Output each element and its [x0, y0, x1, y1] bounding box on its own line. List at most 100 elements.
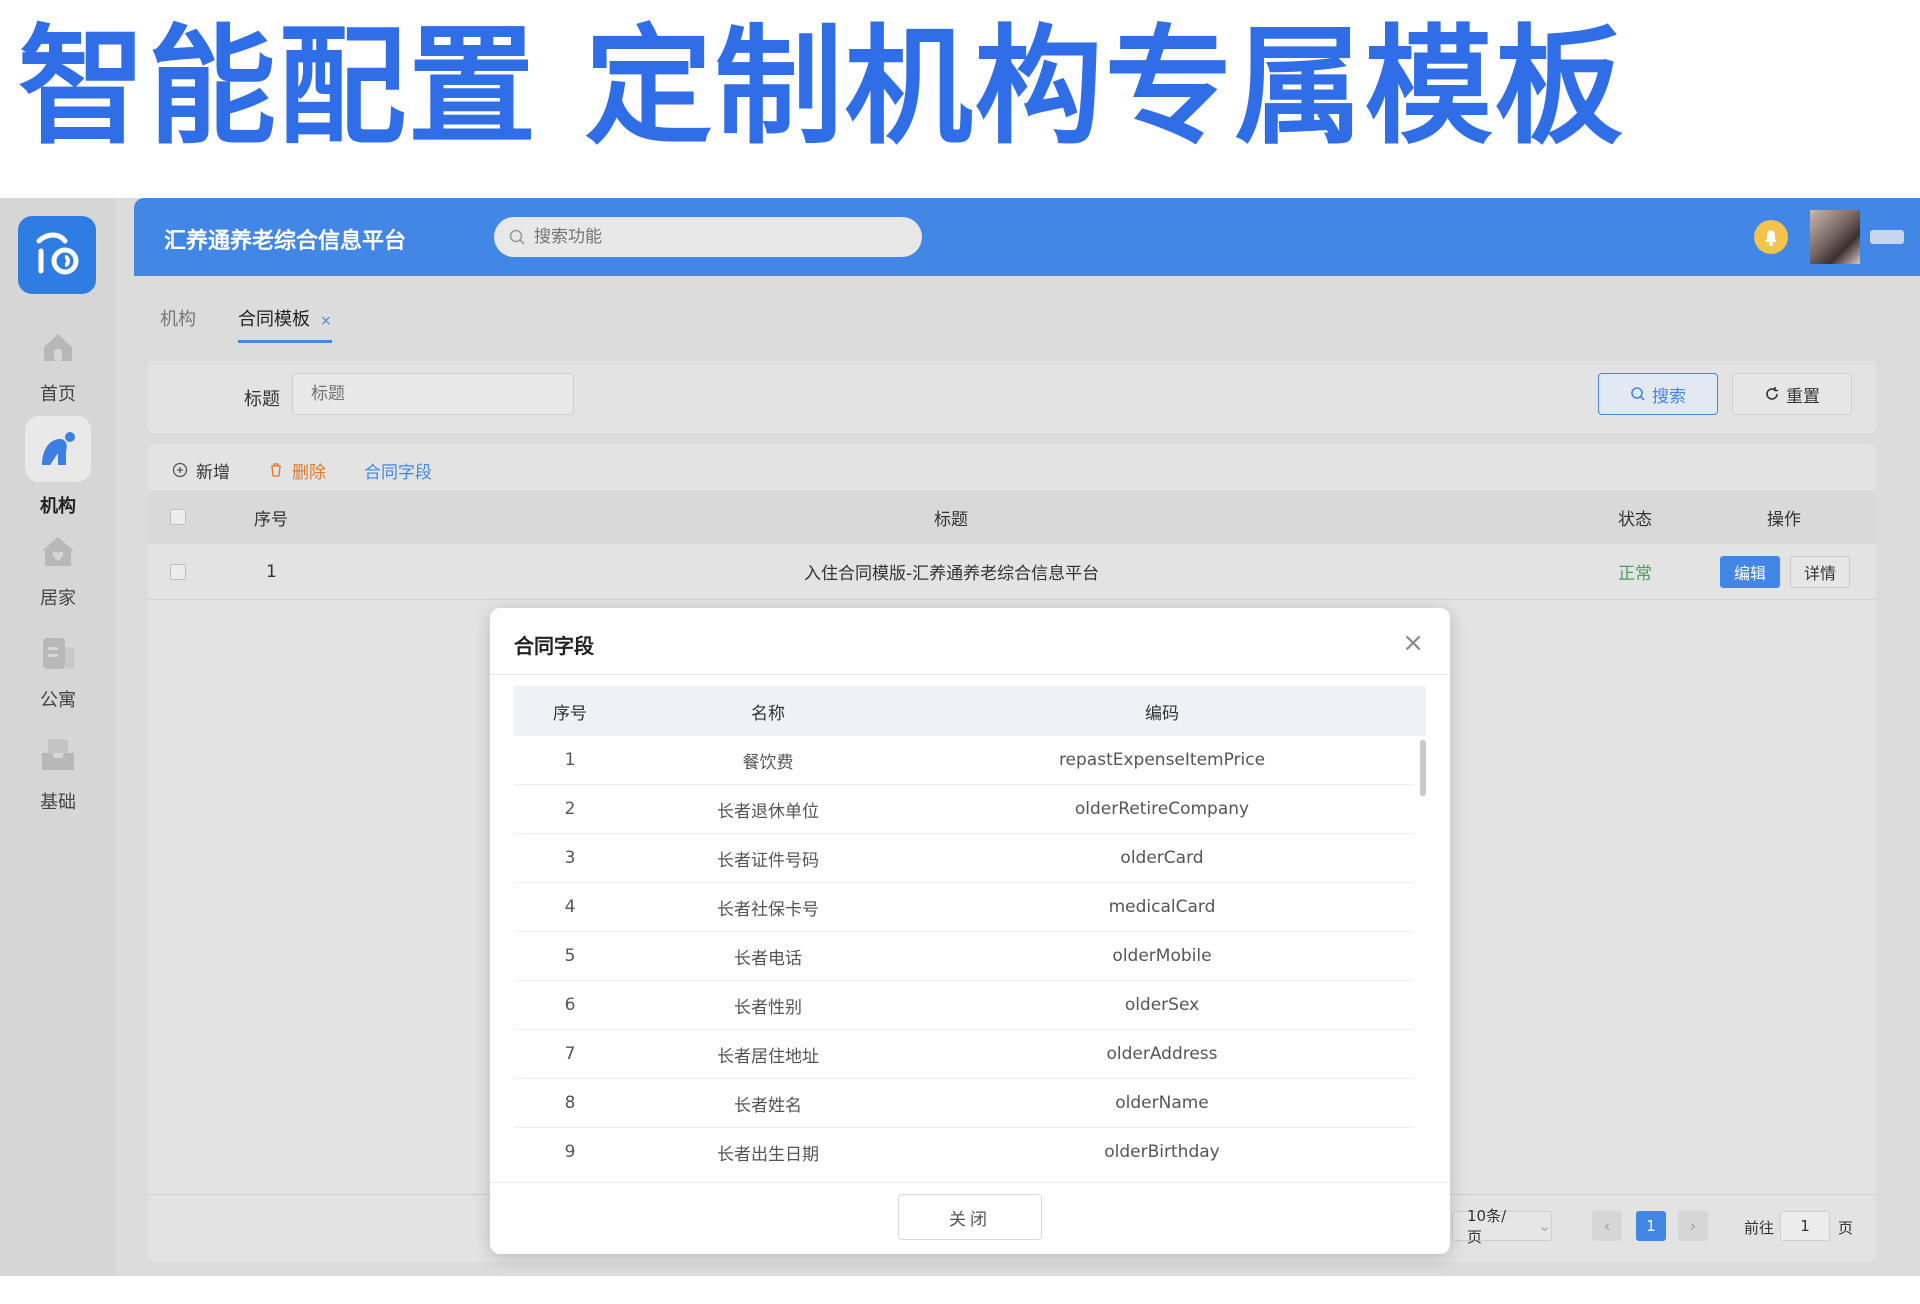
- table-row: 6 长者性别 olderSex: [514, 981, 1414, 1030]
- field-index: 4: [564, 897, 576, 917]
- plus-circle-icon: [172, 462, 188, 478]
- table-row: 5 长者电话 olderMobile: [514, 932, 1414, 981]
- tab-label: 机构: [160, 309, 196, 330]
- detail-button[interactable]: 详情: [1790, 555, 1850, 588]
- sidebar-item-home-care[interactable]: 居家: [0, 528, 116, 610]
- edit-button[interactable]: 编辑: [1720, 555, 1780, 588]
- field-code: olderCard: [1120, 848, 1204, 868]
- table-row: 7 长者居住地址 olderAddress: [514, 1030, 1414, 1079]
- hero-banner: 智能配置 定制机构专属模板: [18, 18, 1625, 158]
- dialog-title: 合同字段: [514, 634, 594, 658]
- field-index: 2: [564, 799, 576, 819]
- field-code: medicalCard: [1108, 897, 1216, 917]
- avatar[interactable]: [1810, 210, 1860, 264]
- page-size-value: 10条/页: [1467, 1207, 1507, 1246]
- sidebar-item-home[interactable]: 首页: [0, 324, 116, 406]
- home-icon: [35, 324, 81, 370]
- user-name-redacted[interactable]: [1870, 230, 1904, 244]
- next-page-button[interactable]: ›: [1678, 1211, 1708, 1241]
- close-dialog-button[interactable]: 关闭: [898, 1194, 1042, 1240]
- search-icon: [1631, 387, 1645, 401]
- field-name: 长者出生日期: [717, 1144, 819, 1165]
- add-button-label: 新增: [196, 462, 230, 483]
- tab-contract-template[interactable]: 合同模板 ×: [238, 305, 332, 343]
- tab-institution[interactable]: 机构: [160, 305, 196, 339]
- trash-icon: [271, 463, 281, 477]
- page-size-select[interactable]: 10条/页 ⌄: [1452, 1207, 1552, 1246]
- field-name: 长者居住地址: [717, 1046, 819, 1067]
- filter-panel: 标题 搜索 重置: [148, 361, 1876, 433]
- table-row: 2 长者退休单位 olderRetireCompany: [514, 785, 1414, 834]
- row-title: 入住合同模版-汇养通养老综合信息平台: [804, 564, 1100, 584]
- column-header-code: 编码: [1145, 703, 1179, 724]
- platform-title: 汇养通养老综合信息平台: [164, 229, 407, 254]
- house-heart-icon: [35, 528, 81, 574]
- table-row: 1 餐饮费 repastExpenseItemPrice: [514, 736, 1414, 785]
- column-header-actions: 操作: [1767, 509, 1801, 530]
- reset-button[interactable]: 重置: [1732, 373, 1852, 415]
- search-icon: [509, 229, 525, 245]
- delete-button-label: 删除: [292, 462, 326, 483]
- field-name: 长者证件号码: [717, 850, 819, 871]
- refresh-icon: [1766, 387, 1778, 400]
- field-code: olderName: [1115, 1093, 1209, 1113]
- logo-icon: [36, 232, 79, 275]
- field-code: olderBirthday: [1104, 1142, 1220, 1162]
- table-row: 3 长者证件号码 olderCard: [514, 834, 1414, 883]
- column-header-index: 序号: [553, 703, 587, 724]
- function-search[interactable]: [494, 217, 922, 257]
- sidebar-item-basic[interactable]: 基础: [0, 732, 116, 814]
- page-tabs: 机构 合同模板 ×: [160, 302, 374, 343]
- status-badge: 正常: [1618, 564, 1652, 584]
- field-code: olderSex: [1124, 995, 1200, 1015]
- goto-label: 前往: [1744, 1219, 1775, 1237]
- search-button[interactable]: 搜索: [1598, 373, 1718, 415]
- goto-page-input[interactable]: 1: [1780, 1211, 1830, 1241]
- chevron-down-icon: ⌄: [1538, 1217, 1551, 1235]
- sidebar-item-label: 公寓: [40, 690, 76, 711]
- current-page[interactable]: 1: [1636, 1211, 1666, 1241]
- title-filter-label: 标题: [244, 389, 280, 410]
- sidebar-item-label: 首页: [40, 384, 76, 405]
- sidebar: 首页 机构 居家 公寓 基础: [0, 198, 116, 1276]
- fields-table-header: 序号 名称 编码: [514, 686, 1426, 736]
- scrollbar-thumb[interactable]: [1420, 740, 1426, 796]
- function-search-input[interactable]: [534, 227, 894, 247]
- select-all-checkbox[interactable]: [170, 490, 186, 544]
- sidebar-item-institution[interactable]: 机构: [0, 416, 116, 518]
- app-window: 首页 机构 居家 公寓 基础 汇养通养老综合信息平台 搜索功能 机构 合同模板 …: [0, 198, 1920, 1276]
- field-index: 5: [564, 946, 576, 966]
- contract-fields-button[interactable]: 合同字段: [364, 458, 432, 483]
- apartment-icon: [35, 630, 81, 676]
- institution-icon: [25, 416, 91, 482]
- search-button-label: 搜索: [1652, 386, 1686, 407]
- notification-bell-icon[interactable]: [1754, 220, 1788, 254]
- add-button[interactable]: 新增: [172, 458, 230, 483]
- app-logo[interactable]: [18, 216, 96, 294]
- sidebar-item-label: 居家: [40, 588, 76, 609]
- field-name: 餐饮费: [742, 752, 794, 773]
- row-actions: 编辑 详情: [1720, 544, 1850, 599]
- column-header-title: 标题: [934, 509, 968, 530]
- row-checkbox[interactable]: [170, 544, 186, 599]
- field-code: olderRetireCompany: [1074, 799, 1250, 819]
- table-header: 序号 标题 状态 操作: [148, 490, 1876, 544]
- sidebar-item-label: 基础: [40, 792, 76, 813]
- delete-button[interactable]: 删除: [268, 458, 326, 483]
- column-header-index: 序号: [254, 509, 288, 530]
- fields-table: 序号 名称 编码 1 餐饮费 repastExpenseItemPrice 2 …: [514, 686, 1426, 1174]
- tab-close-icon[interactable]: ×: [320, 313, 332, 329]
- hero-title: 智能配置 定制机构专属模板: [18, 13, 1625, 162]
- prev-page-button[interactable]: ‹: [1592, 1211, 1622, 1241]
- column-header-status: 状态: [1618, 509, 1652, 530]
- divider: [490, 1182, 1450, 1183]
- field-index: 3: [564, 848, 576, 868]
- page-unit-label: 页: [1838, 1219, 1854, 1237]
- field-index: 9: [564, 1142, 576, 1162]
- sidebar-item-apartment[interactable]: 公寓: [0, 630, 116, 712]
- field-code: olderMobile: [1112, 946, 1212, 966]
- close-icon[interactable]: ×: [1402, 630, 1424, 656]
- title-filter-input[interactable]: [292, 373, 574, 415]
- inbox-icon: [35, 732, 81, 778]
- field-index: 8: [564, 1093, 576, 1113]
